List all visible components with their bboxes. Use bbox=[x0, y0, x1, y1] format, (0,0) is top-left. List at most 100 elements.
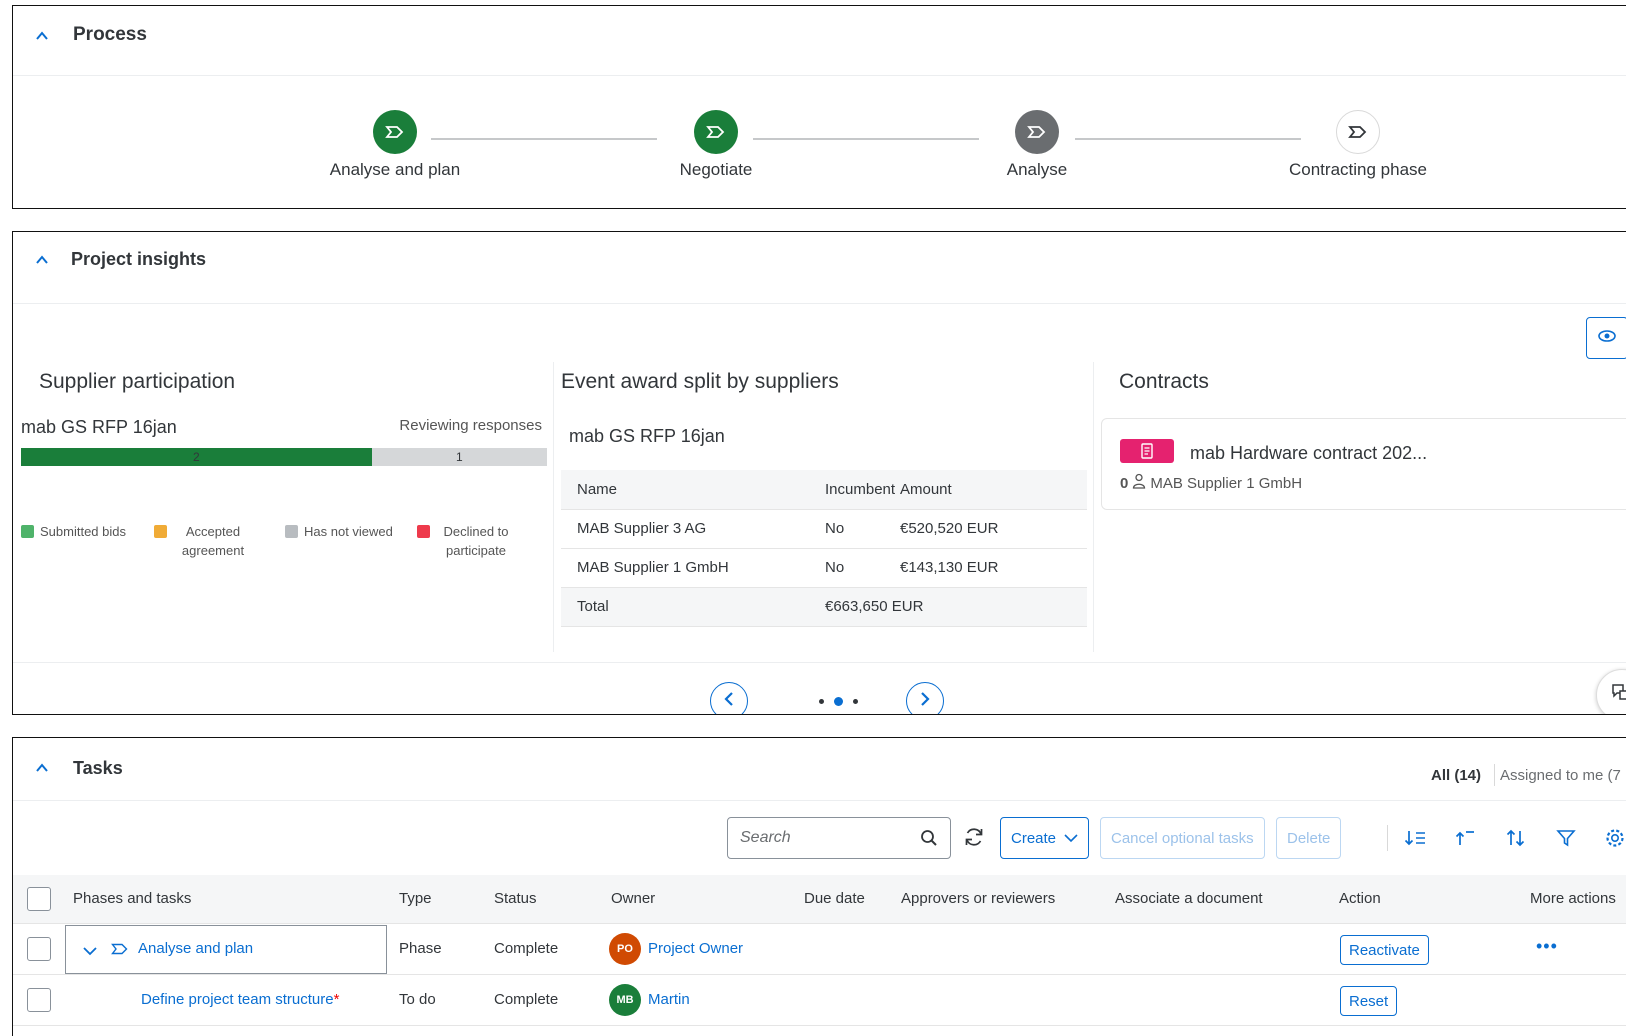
create-button-label: Create bbox=[1011, 829, 1057, 847]
amount-value: €520,520 EUR bbox=[900, 509, 1087, 549]
process-step-contracting-phase[interactable]: Contracting phase bbox=[1258, 110, 1458, 180]
page-dot[interactable] bbox=[853, 699, 858, 704]
contract-count: 0 bbox=[1120, 474, 1129, 492]
legend-item: Accepted agreement bbox=[154, 522, 285, 560]
card-divider bbox=[553, 362, 554, 652]
page-dot[interactable] bbox=[819, 699, 824, 704]
total-amount: €663,650 EUR bbox=[815, 587, 1087, 627]
supplier-icon bbox=[1132, 473, 1146, 493]
process-step-analyse[interactable]: Analyse bbox=[937, 110, 1137, 180]
column-header-status[interactable]: Status bbox=[494, 890, 537, 907]
column-header-owner[interactable]: Owner bbox=[611, 890, 655, 907]
carousel-next-button[interactable] bbox=[906, 682, 944, 714]
column-header-associate-a-document[interactable]: Associate a document bbox=[1115, 890, 1263, 907]
more-actions-icon[interactable]: ••• bbox=[1536, 936, 1558, 957]
incumbent-value: No bbox=[815, 548, 900, 588]
process-panel: Process Analyse and plan Negotiate Analy… bbox=[12, 5, 1626, 209]
tasks-header: Tasks All (14) Assigned to me (7 bbox=[13, 738, 1626, 801]
tab-all[interactable]: All (14) bbox=[1431, 767, 1481, 784]
table-row: MAB Supplier 3 AG No €520,520 EUR bbox=[561, 509, 1087, 549]
step-label: Analyse bbox=[1006, 160, 1068, 179]
step-label: Negotiate bbox=[679, 160, 753, 179]
legend-label: Accepted agreement bbox=[181, 524, 245, 558]
event-award-title: Event award split by suppliers bbox=[561, 370, 839, 393]
carousel-footer-divider bbox=[13, 662, 1626, 663]
tab-separator bbox=[1494, 764, 1495, 786]
table-row[interactable]: Define project team structure* To do Com… bbox=[13, 975, 1626, 1026]
move-to-top-icon[interactable] bbox=[1453, 826, 1477, 850]
carousel-previous-button[interactable] bbox=[710, 682, 748, 714]
view-toggle-button[interactable] bbox=[1586, 317, 1626, 359]
sort-icon[interactable] bbox=[1504, 826, 1528, 850]
event-award-table: Name Incumbent Amount MAB Supplier 3 AG … bbox=[561, 470, 1087, 627]
table-row: MAB Supplier 1 GmbH No €143,130 EUR bbox=[561, 548, 1087, 588]
tab-assigned-to-me[interactable]: Assigned to me (7 bbox=[1500, 767, 1621, 784]
column-header-phases-and-tasks[interactable]: Phases and tasks bbox=[73, 890, 191, 907]
settings-gear-icon[interactable] bbox=[1603, 826, 1626, 850]
row-checkbox[interactable] bbox=[27, 988, 51, 1012]
delete-button[interactable]: Delete bbox=[1276, 817, 1342, 859]
task-status: Complete bbox=[494, 940, 559, 957]
reactivate-button[interactable]: Reactivate bbox=[1340, 935, 1429, 965]
sort-descending-icon[interactable] bbox=[1403, 826, 1427, 850]
required-marker: * bbox=[333, 991, 340, 1008]
task-status: Complete bbox=[494, 991, 559, 1008]
column-header-action[interactable]: Action bbox=[1339, 890, 1381, 907]
column-header-due-date[interactable]: Due date bbox=[804, 890, 865, 907]
contract-title[interactable]: mab Hardware contract 202... bbox=[1190, 443, 1427, 464]
chevron-down-icon[interactable] bbox=[83, 943, 97, 961]
process-header: Process bbox=[13, 6, 1626, 76]
contract-supplier-line: 0 MAB Supplier 1 GmbH bbox=[1120, 473, 1302, 493]
column-header-approvers-or-reviewers[interactable]: Approvers or reviewers bbox=[901, 890, 1055, 907]
column-header-more-actions[interactable]: More actions bbox=[1530, 890, 1616, 907]
chevron-up-icon[interactable] bbox=[31, 25, 53, 47]
total-row: Total €663,650 EUR bbox=[561, 587, 1087, 627]
legend-label: Declined to participate bbox=[443, 524, 509, 558]
page-dot-active[interactable] bbox=[834, 697, 843, 706]
column-header-type[interactable]: Type bbox=[399, 890, 432, 907]
event-name: mab GS RFP 16jan bbox=[21, 417, 177, 437]
owner-link[interactable]: Martin bbox=[648, 991, 690, 1008]
contract-card[interactable]: mab Hardware contract 202... 0 MAB Suppl… bbox=[1101, 418, 1626, 510]
legend-swatch bbox=[154, 525, 167, 538]
insights-title: Project insights bbox=[71, 249, 207, 269]
process-step-negotiate[interactable]: Negotiate bbox=[616, 110, 816, 180]
task-name-text: Define project team structure bbox=[141, 991, 334, 1008]
column-header-name: Name bbox=[561, 470, 815, 510]
participation-bar-segment: 2 bbox=[21, 448, 372, 466]
chevron-up-icon[interactable] bbox=[31, 757, 53, 779]
feedback-button[interactable] bbox=[1596, 669, 1626, 714]
process-step-analyse-and-plan[interactable]: Analyse and plan bbox=[295, 110, 495, 180]
event-status: Reviewing responses bbox=[399, 417, 542, 434]
chevron-down-icon bbox=[1064, 833, 1078, 843]
select-all-checkbox[interactable] bbox=[27, 887, 51, 911]
search-icon[interactable] bbox=[920, 829, 938, 852]
filter-icon[interactable] bbox=[1554, 826, 1578, 850]
search-field[interactable] bbox=[727, 817, 951, 859]
column-header-amount: Amount bbox=[900, 470, 1087, 510]
reset-button[interactable]: Reset bbox=[1340, 986, 1398, 1016]
task-name-link[interactable]: Analyse and plan bbox=[138, 940, 253, 957]
owner-link[interactable]: Project Owner bbox=[648, 940, 743, 957]
chevron-up-icon[interactable] bbox=[31, 249, 53, 271]
legend-item: Has not viewed bbox=[285, 522, 417, 560]
cancel-optional-tasks-button[interactable]: Cancel optional tasks bbox=[1100, 817, 1265, 859]
legend-label: Has not viewed bbox=[304, 524, 393, 539]
phase-icon bbox=[694, 110, 738, 154]
supplier-name: MAB Supplier 3 AG bbox=[561, 509, 815, 549]
incumbent-value: No bbox=[815, 509, 900, 549]
avatar: MB bbox=[609, 984, 641, 1016]
project-insights-panel: Project insights Supplier participation … bbox=[12, 231, 1626, 715]
create-button[interactable]: Create bbox=[1000, 817, 1090, 859]
search-input[interactable] bbox=[740, 829, 920, 847]
total-label: Total bbox=[561, 587, 815, 627]
supplier-name: MAB Supplier 1 GmbH bbox=[561, 548, 815, 588]
legend-label: Submitted bids bbox=[40, 524, 126, 539]
task-name-link[interactable]: Define project team structure* bbox=[141, 991, 339, 1008]
task-type: To do bbox=[399, 991, 436, 1008]
tasks-panel: Tasks All (14) Assigned to me (7 Create … bbox=[12, 737, 1626, 1036]
table-row[interactable]: Analyse and plan Phase Complete PO Proje… bbox=[13, 924, 1626, 975]
row-checkbox[interactable] bbox=[27, 937, 51, 961]
refresh-icon[interactable] bbox=[963, 826, 985, 853]
phase-icon bbox=[1336, 110, 1380, 154]
